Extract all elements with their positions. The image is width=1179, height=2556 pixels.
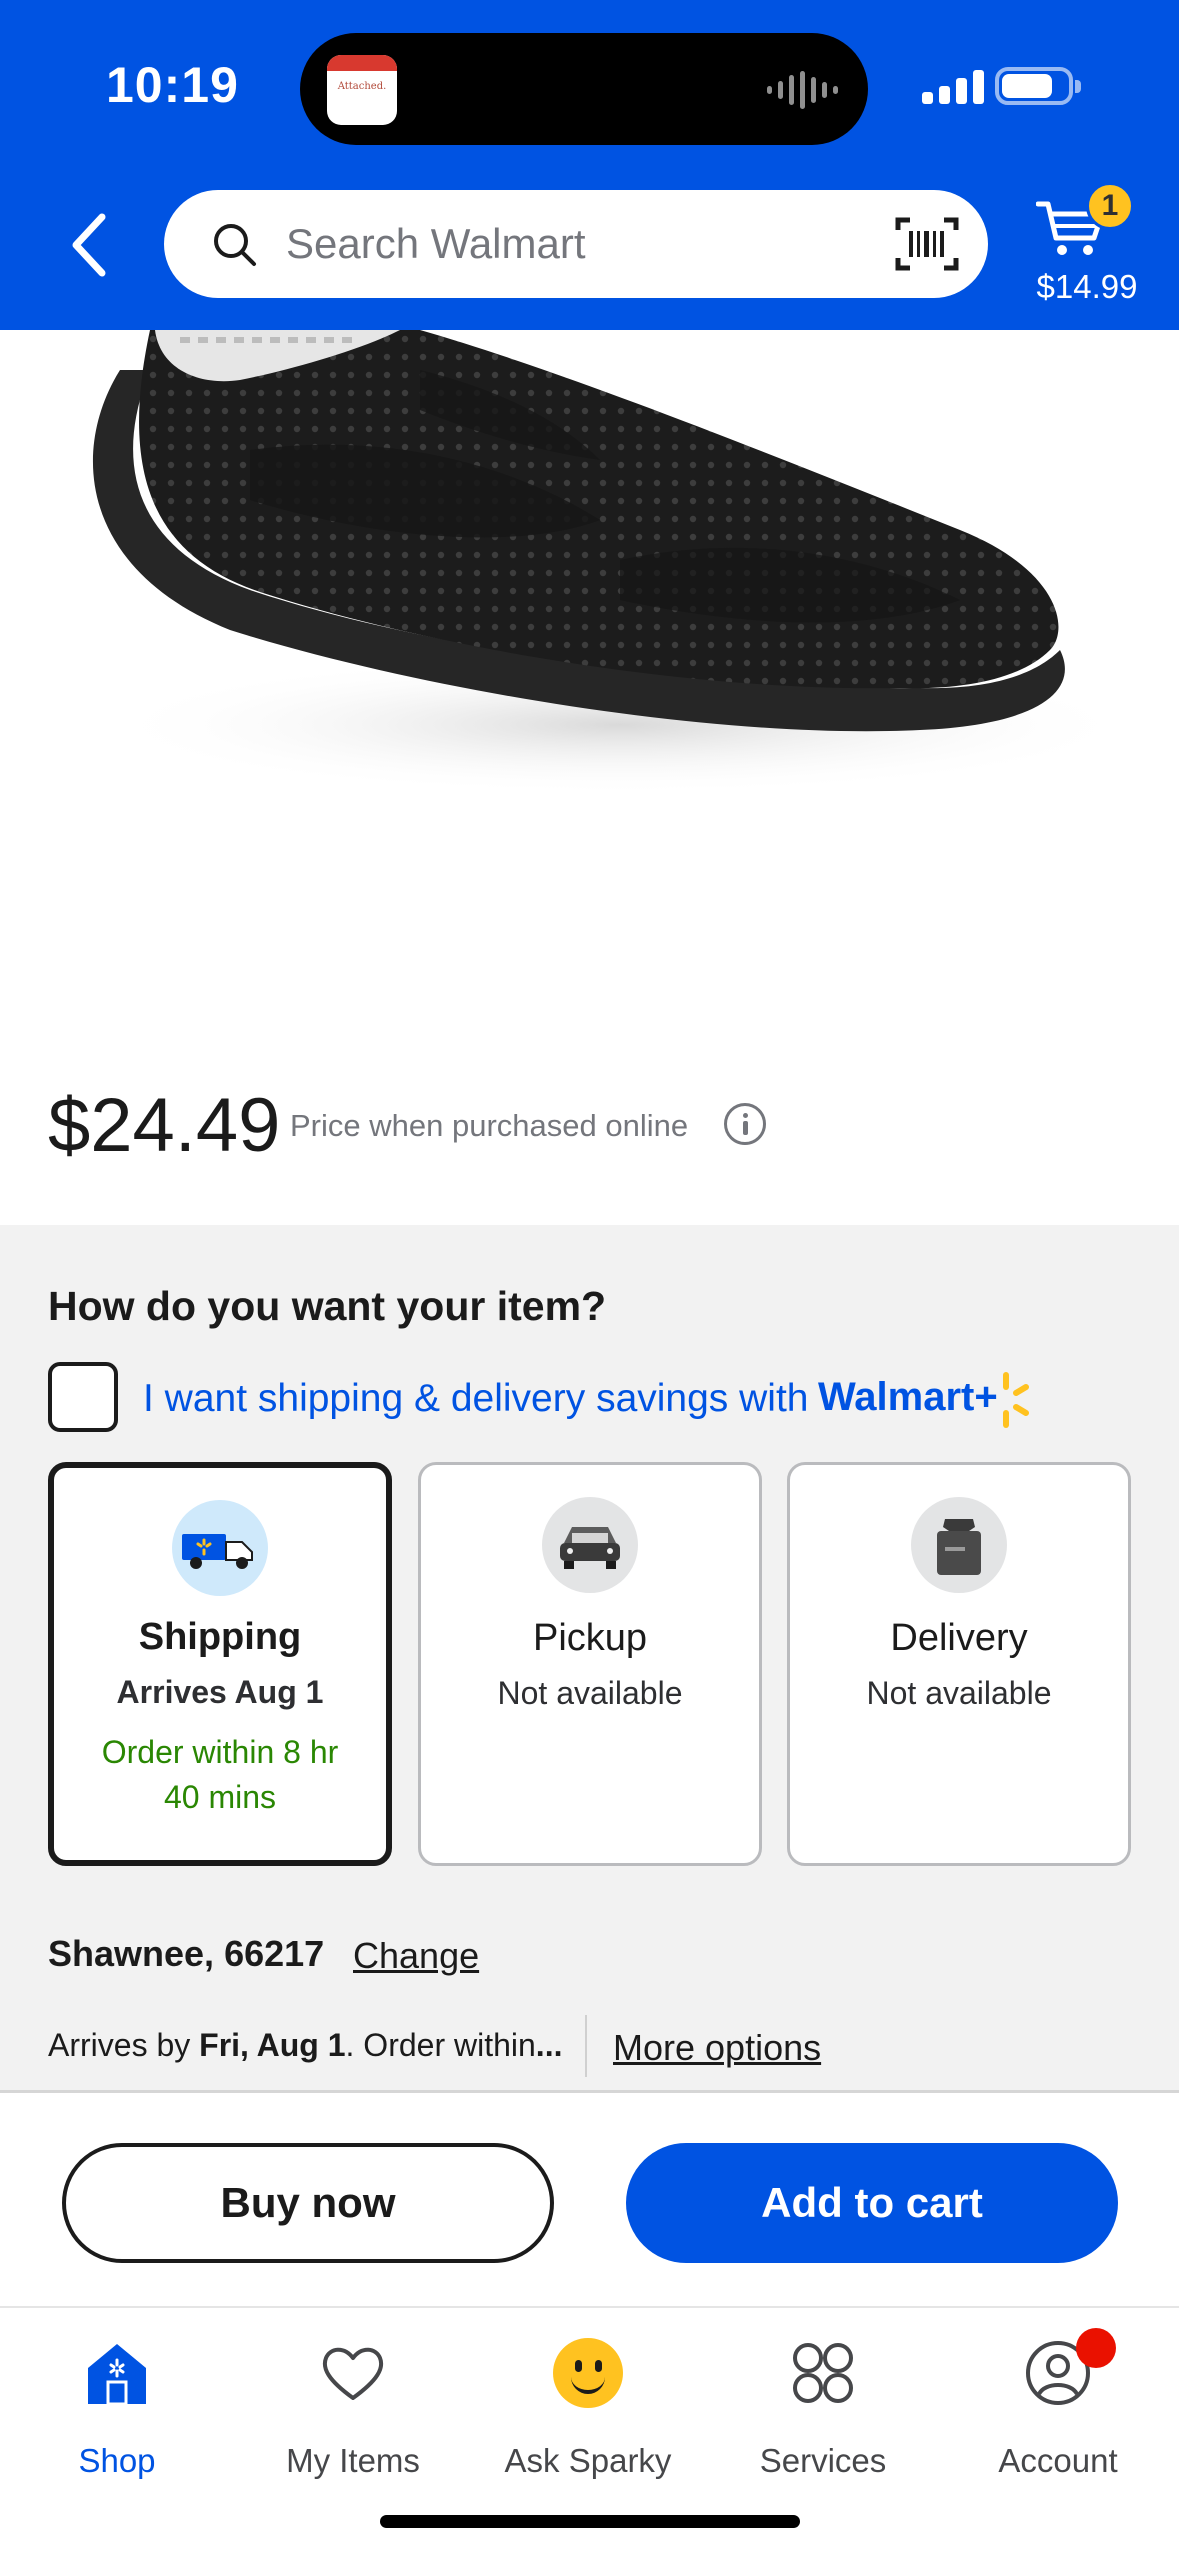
search-icon — [214, 224, 256, 266]
shoe-image — [92, 330, 1140, 795]
cart-button[interactable]: 1 $14.99 — [1016, 180, 1166, 310]
add-to-cart-button[interactable]: Add to cart — [626, 2143, 1118, 2263]
back-button[interactable] — [58, 205, 128, 285]
buy-now-button[interactable]: Buy now — [62, 2143, 554, 2263]
pickup-car-icon — [542, 1497, 638, 1593]
nav-ask-sparky-label: Ask Sparky — [504, 2442, 672, 2479]
audio-wave-icon — [767, 70, 838, 110]
delivery-label: Delivery — [890, 1617, 1028, 1659]
search-bar[interactable] — [164, 190, 988, 298]
nav-shop[interactable]: Shop — [17, 2338, 217, 2488]
price-note: Price when purchased online — [290, 1108, 689, 1143]
nav-my-items[interactable]: My Items — [253, 2338, 453, 2488]
island-app-icon: Attached. — [327, 55, 397, 125]
pickup-status: Not available — [497, 1675, 683, 1711]
fulfillment-section: How do you want your item? I want shippi… — [0, 1225, 1179, 2090]
nav-my-items-label: My Items — [286, 2442, 420, 2479]
cart-count-badge: 1 — [1086, 182, 1134, 230]
walmart-plus-text[interactable]: I want shipping & delivery savings with — [143, 1377, 809, 1421]
arrival-ellipsis: ... — [535, 2027, 563, 2063]
product-image[interactable] — [0, 330, 1179, 1030]
arrival-suffix: . Order within — [345, 2027, 536, 2063]
cellular-signal-icon — [922, 68, 984, 104]
walmart-plus-checkbox[interactable] — [48, 1362, 118, 1432]
services-grid-icon — [793, 2343, 853, 2403]
pickup-option[interactable]: Pickup Not available — [418, 1462, 762, 1866]
nav-ask-sparky[interactable]: Ask Sparky — [488, 2338, 688, 2488]
barcode-scan-icon[interactable] — [894, 214, 960, 274]
arrival-summary: Arrives by Fri, Aug 1. Order within... — [48, 2027, 568, 2064]
battery-icon — [995, 67, 1081, 105]
sparky-icon — [553, 2338, 623, 2408]
shipping-label: Shipping — [138, 1616, 302, 1658]
nav-services[interactable]: Services — [723, 2338, 923, 2488]
heart-icon — [322, 2347, 384, 2400]
info-icon[interactable] — [724, 1103, 766, 1145]
arrival-prefix: Arrives by — [48, 2027, 200, 2063]
delivery-bag-icon — [911, 1497, 1007, 1593]
delivery-status: Not available — [866, 1675, 1052, 1711]
shipping-truck-icon — [172, 1500, 268, 1596]
search-input[interactable] — [286, 214, 846, 274]
status-time: 10:19 — [106, 57, 239, 113]
dynamic-island: Attached. — [300, 33, 868, 145]
shipping-arrival: Arrives Aug 1 — [116, 1674, 324, 1710]
delivery-location: Shawnee, 66217 — [48, 1933, 325, 1974]
nav-services-label: Services — [759, 2442, 887, 2479]
walmart-plus-logo: Walmart+ — [818, 1372, 1029, 1428]
account-notification-dot — [1076, 2328, 1116, 2368]
island-app-label: Attached. — [337, 81, 387, 92]
shipping-option[interactable]: Shipping Arrives Aug 1 Order within 8 hr… — [48, 1462, 392, 1866]
change-location-link[interactable]: Change — [353, 1935, 479, 1977]
spark-icon — [1003, 1372, 1029, 1428]
nav-account[interactable]: Account — [958, 2338, 1158, 2488]
pickup-label: Pickup — [532, 1617, 648, 1659]
shop-icon — [88, 2344, 146, 2406]
product-price: $24.49 — [48, 1083, 281, 1168]
home-indicator[interactable] — [380, 2515, 800, 2528]
nav-shop-label: Shop — [78, 2442, 156, 2479]
delivery-option[interactable]: Delivery Not available — [787, 1462, 1131, 1866]
nav-account-label: Account — [998, 2442, 1118, 2479]
purchase-action-bar: Buy now Add to cart — [0, 2090, 1179, 2308]
arrival-date: Fri, Aug 1 — [199, 2027, 346, 2063]
shipping-cutoff: Order within 8 hr 40 mins — [101, 1734, 339, 1815]
divider — [585, 2015, 587, 2077]
app-header: 10:19 Attached. Search Walmart 1 $14.99 — [0, 0, 1179, 330]
back-arrow-icon — [72, 213, 106, 277]
cart-total: $14.99 — [1036, 268, 1138, 305]
fulfillment-title: How do you want your item? — [48, 1283, 607, 1329]
more-options-link[interactable]: More options — [613, 2027, 821, 2069]
